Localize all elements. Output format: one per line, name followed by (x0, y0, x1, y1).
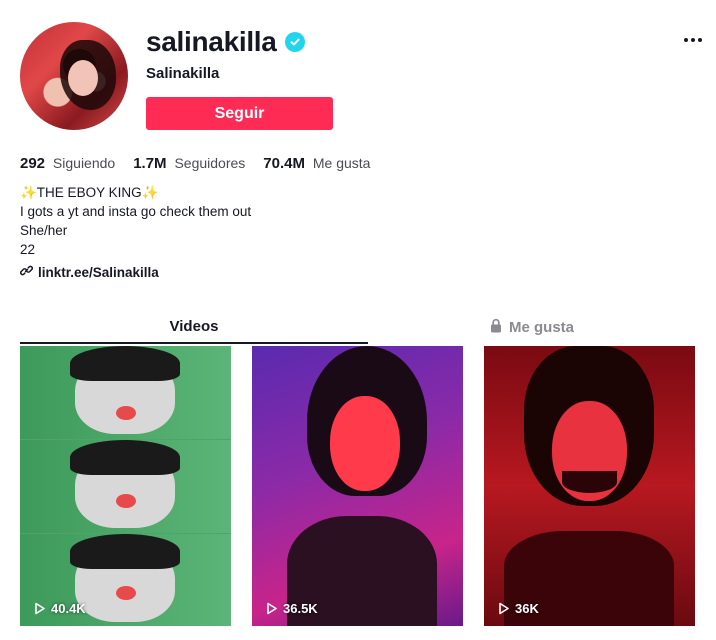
link-text: linktr.ee/Salinakilla (38, 264, 159, 280)
stat-following[interactable]: 292 Siguiendo (20, 155, 115, 172)
view-count: 36K (498, 601, 539, 616)
stat-label: Me gusta (312, 155, 371, 171)
more-options-icon[interactable] (684, 38, 702, 42)
nickname: Salinakilla (146, 65, 220, 82)
bio-line: I gots a yt and insta go check them out (20, 204, 252, 219)
profile-bio: ✨THE EBOY KING✨ I gots a yt and insta go… (20, 183, 251, 259)
video-grid: 40.4K 36.5K 36K (20, 346, 696, 626)
video-card[interactable]: 36.5K (252, 346, 463, 626)
play-icon (267, 602, 277, 615)
clown-nose (116, 586, 136, 600)
video-thumbnail-face (330, 396, 400, 491)
tab-label: Me gusta (508, 318, 574, 336)
lock-icon (489, 318, 503, 337)
username: salinakilla (146, 26, 277, 57)
stat-label: Seguidores (174, 155, 246, 171)
tab-videos[interactable]: Videos (20, 310, 368, 344)
video-card[interactable]: 40.4K (20, 346, 231, 626)
bio-line: She/her (20, 223, 68, 238)
tab-label: Videos (169, 317, 219, 335)
follow-button[interactable]: Seguir (146, 97, 333, 130)
video-thumbnail-mouth (562, 471, 617, 493)
video-thumbnail-panel (20, 346, 231, 439)
bio-line: ✨THE EBOY KING✨ (20, 185, 159, 200)
view-count-value: 36.5K (283, 601, 318, 616)
username-heading: salinakilla (146, 26, 305, 58)
verified-check-icon (284, 32, 305, 52)
link-icon (20, 264, 33, 280)
stat-likes: 70.4M Me gusta (263, 155, 370, 172)
view-count: 40.4K (34, 601, 86, 616)
clown-nose (116, 406, 136, 420)
video-thumbnail-panel (20, 440, 231, 533)
stat-label: Siguiendo (52, 155, 116, 171)
profile-tabs: Videos Me gusta (20, 310, 695, 344)
profile-avatar[interactable] (20, 22, 128, 130)
view-count-value: 36K (515, 601, 539, 616)
view-count-value: 40.4K (51, 601, 86, 616)
stat-followers[interactable]: 1.7M Seguidores (133, 155, 245, 172)
tab-liked[interactable]: Me gusta (368, 310, 695, 344)
avatar-face (68, 60, 98, 96)
video-card[interactable]: 36K (484, 346, 695, 626)
stat-value: 70.4M (263, 155, 305, 172)
clown-nose (116, 494, 136, 508)
bio-line: 22 (20, 242, 36, 257)
stat-value: 292 (20, 155, 46, 172)
stat-value: 1.7M (133, 155, 167, 172)
play-icon (499, 602, 509, 615)
profile-stats: 292 Siguiendo 1.7M Seguidores 70.4M Me g… (20, 155, 370, 172)
bio-link[interactable]: linktr.ee/Salinakilla (20, 264, 159, 280)
view-count: 36.5K (266, 601, 318, 616)
play-icon (35, 602, 45, 615)
